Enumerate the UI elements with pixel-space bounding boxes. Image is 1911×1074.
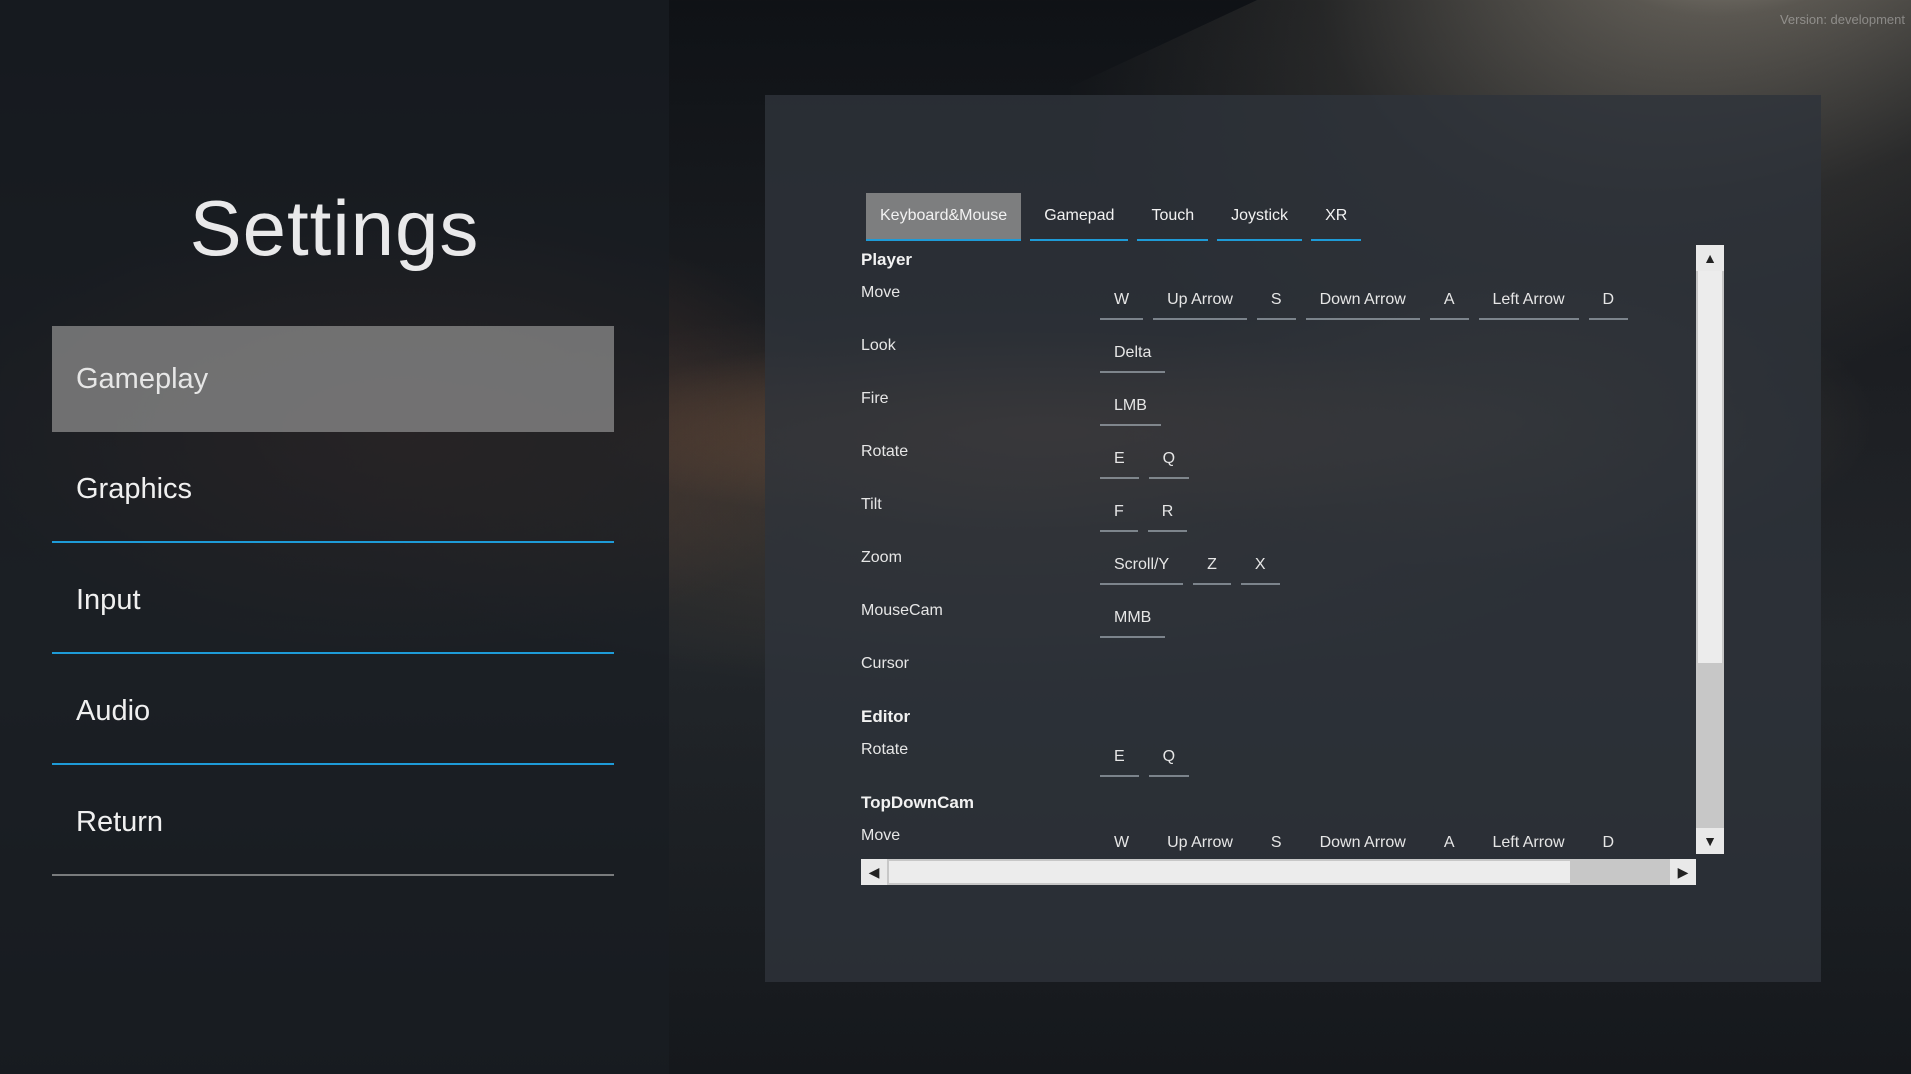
menu-item-input[interactable]: Input bbox=[52, 548, 614, 654]
key-binding-group: MMB bbox=[1100, 600, 1175, 638]
tab-touch[interactable]: Touch bbox=[1137, 193, 1209, 241]
version-label: Version: development bbox=[1779, 12, 1905, 27]
action-label: Move bbox=[861, 827, 901, 844]
tab-gamepad[interactable]: Gamepad bbox=[1030, 193, 1129, 241]
horizontal-scrollbar[interactable]: ◀ ▶ bbox=[861, 859, 1696, 885]
menu-item-audio[interactable]: Audio bbox=[52, 659, 614, 765]
scroll-up-arrow-icon[interactable]: ▲ bbox=[1696, 245, 1724, 271]
key-binding-group: FR bbox=[1100, 494, 1197, 532]
action-label: Tilt bbox=[861, 496, 882, 513]
action-label: Rotate bbox=[861, 741, 909, 758]
scroll-down-arrow-icon[interactable]: ▼ bbox=[1696, 828, 1724, 854]
menu-item-graphics[interactable]: Graphics bbox=[52, 437, 614, 543]
action-label: Rotate bbox=[861, 443, 909, 460]
binding-row: Tilt F R bbox=[861, 490, 1695, 543]
key-binding-button[interactable]: D bbox=[1588, 282, 1629, 320]
key-binding-button[interactable]: Left Arrow bbox=[1478, 282, 1579, 320]
action-label: Cursor bbox=[861, 655, 910, 672]
key-binding-button[interactable]: F bbox=[1100, 494, 1138, 532]
key-binding-button[interactable]: R bbox=[1147, 494, 1188, 532]
key-binding-group: W Up Arrow S Down Arrow A Left Arrow D bbox=[1100, 825, 1638, 854]
action-label: Move bbox=[861, 284, 901, 301]
section-title: Editor bbox=[861, 707, 911, 726]
key-binding-group: Scroll/Y Z X bbox=[1100, 547, 1290, 585]
key-binding-button[interactable]: A bbox=[1429, 282, 1469, 320]
vertical-scroll-thumb[interactable] bbox=[1698, 271, 1722, 663]
key-binding-group: EQ bbox=[1100, 441, 1199, 479]
key-binding-button[interactable]: Up Arrow bbox=[1153, 282, 1247, 320]
section-title: TopDownCam bbox=[861, 793, 975, 812]
action-label: Look bbox=[861, 337, 896, 354]
bindings-list[interactable]: Player Move W Up Arrow S Down Arrow A Left Arro… bbox=[861, 245, 1695, 854]
key-binding-button[interactable]: Delta bbox=[1100, 335, 1166, 373]
binding-row: Look Delta bbox=[861, 331, 1695, 384]
action-label: MouseCam bbox=[861, 602, 943, 619]
binding-row: Fire LMB bbox=[861, 384, 1695, 437]
key-binding-button[interactable]: Scroll/Y bbox=[1100, 547, 1184, 585]
settings-sidebar: Settings Gameplay Graphics Input Audio R… bbox=[0, 0, 669, 1074]
tab-xr[interactable]: XR bbox=[1311, 193, 1362, 241]
action-label: Zoom bbox=[861, 549, 902, 566]
key-binding-button[interactable]: MMB bbox=[1100, 600, 1166, 638]
key-binding-button[interactable]: Q bbox=[1148, 441, 1190, 479]
page-title: Settings bbox=[189, 184, 480, 272]
horizontal-scroll-thumb[interactable] bbox=[889, 861, 1570, 883]
key-binding-button[interactable]: Up Arrow bbox=[1153, 825, 1247, 854]
binding-row: Cursor bbox=[861, 649, 1695, 702]
input-device-tabs: Keyboard&Mouse Gamepad Touch Joystick XR bbox=[866, 193, 1370, 241]
key-binding-group: W Up Arrow S Down Arrow A Left Arrow D bbox=[1100, 282, 1638, 320]
settings-menu: Gameplay Graphics Input Audio Return bbox=[52, 326, 614, 881]
menu-item-gameplay[interactable]: Gameplay bbox=[52, 326, 614, 432]
key-binding-button[interactable]: LMB bbox=[1100, 388, 1161, 426]
key-binding-button[interactable]: Down Arrow bbox=[1306, 825, 1420, 854]
section-title: Player bbox=[861, 250, 913, 269]
key-binding-button[interactable]: X bbox=[1240, 547, 1280, 585]
binding-row: Rotate E Q bbox=[861, 437, 1695, 490]
key-binding-button[interactable]: S bbox=[1257, 825, 1296, 854]
key-binding-group: LMB bbox=[1100, 388, 1171, 426]
key-binding-button[interactable]: Z bbox=[1193, 547, 1231, 585]
binding-row: MouseCam MMB bbox=[861, 596, 1695, 649]
input-settings-panel: Keyboard&Mouse Gamepad Touch Joystick XR… bbox=[765, 95, 1821, 982]
tab-keyboard-mouse[interactable]: Keyboard&Mouse bbox=[866, 193, 1022, 241]
tab-joystick[interactable]: Joystick bbox=[1217, 193, 1303, 241]
key-binding-button[interactable]: E bbox=[1100, 441, 1139, 479]
binding-row: Zoom Scroll/Y Z X bbox=[861, 543, 1695, 596]
key-binding-button[interactable]: W bbox=[1100, 282, 1144, 320]
key-binding-button[interactable]: D bbox=[1589, 825, 1629, 854]
key-binding-group: EQ bbox=[1100, 739, 1199, 777]
key-binding-button[interactable]: E bbox=[1100, 739, 1139, 777]
key-binding-button[interactable]: Q bbox=[1148, 739, 1190, 777]
key-binding-group: Delta bbox=[1100, 335, 1175, 373]
key-binding-button[interactable]: Down Arrow bbox=[1305, 282, 1420, 320]
menu-item-return[interactable]: Return bbox=[52, 770, 614, 876]
binding-row: Rotate E Q bbox=[861, 735, 1695, 788]
key-binding-button[interactable]: S bbox=[1256, 282, 1296, 320]
key-binding-button[interactable]: A bbox=[1430, 825, 1469, 854]
binding-row: Move W Up Arrow S Down Arrow A Left Arrow D bbox=[861, 821, 1695, 854]
vertical-scrollbar[interactable]: ▲ ▼ bbox=[1696, 245, 1724, 854]
scroll-right-arrow-icon[interactable]: ▶ bbox=[1670, 859, 1696, 885]
binding-row: Move W Up Arrow S Down Arrow A Left Arrow D bbox=[861, 278, 1695, 331]
scroll-left-arrow-icon[interactable]: ◀ bbox=[861, 859, 887, 885]
action-label: Fire bbox=[861, 390, 889, 407]
key-binding-button[interactable]: Left Arrow bbox=[1479, 825, 1579, 854]
key-binding-button[interactable]: W bbox=[1100, 825, 1143, 854]
